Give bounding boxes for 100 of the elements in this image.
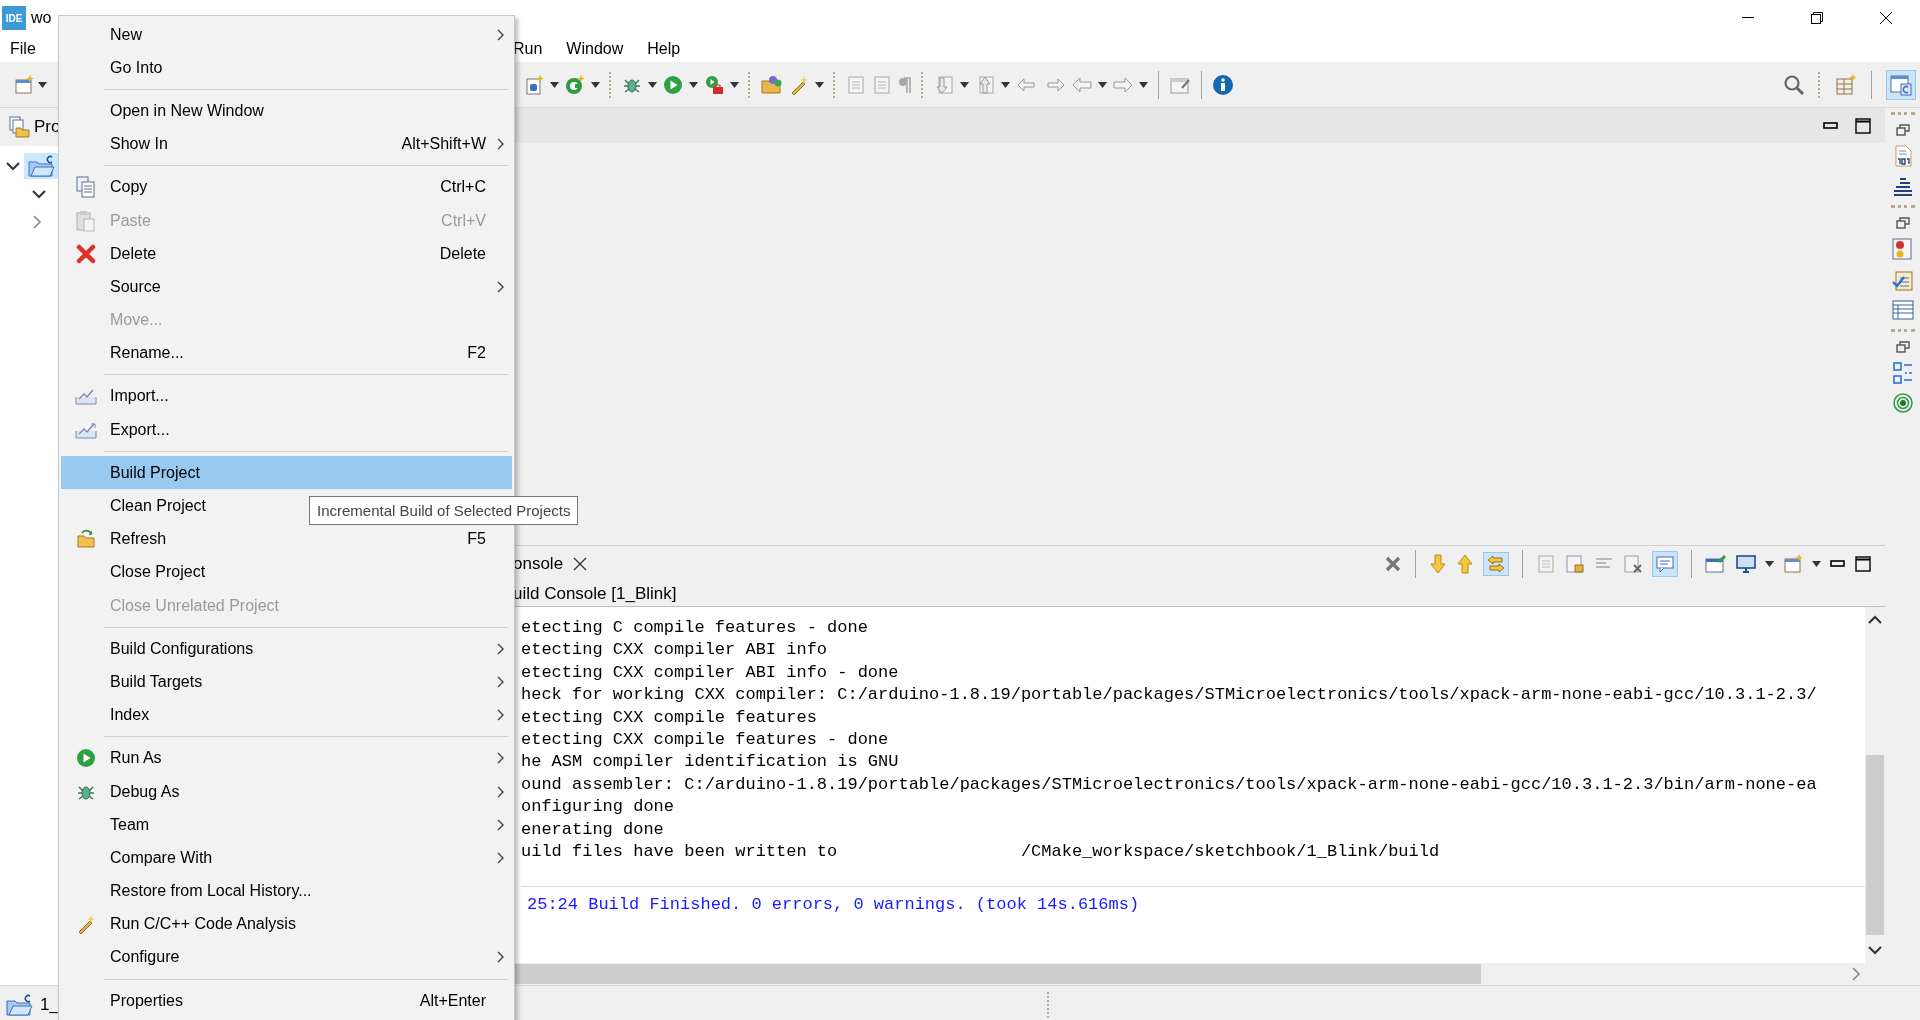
menu-item[interactable]: Debug As [61,774,512,809]
console-line: onfiguring done [521,796,676,819]
chat-icon [1655,554,1675,574]
selected-tree-item[interactable] [24,153,60,179]
caret-icon[interactable] [815,81,824,88]
collapse-icon[interactable] [6,161,20,171]
menu-item[interactable]: Go Into [61,51,512,85]
refresh-icon [75,529,96,550]
caret-icon[interactable] [689,81,698,88]
caret-icon[interactable] [1812,561,1821,567]
table-icon[interactable] [1891,300,1914,320]
close-icon[interactable] [573,557,588,571]
document-lock-icon[interactable] [1565,554,1585,574]
menu-item[interactable]: Refresh F5 [61,522,512,556]
caret-icon[interactable] [38,81,47,88]
scrollbar-thumb[interactable] [1866,755,1884,935]
breakpoints-icon[interactable] [1891,238,1914,260]
new-console-icon[interactable] [1783,554,1803,574]
export-icon [74,420,97,439]
menu-item[interactable]: Build Configurations [61,632,512,666]
collapse-icon[interactable] [32,189,46,199]
open-perspective-icon[interactable] [1835,73,1857,96]
menu-item[interactable]: Export... [61,413,512,447]
perspective-button[interactable] [1886,69,1916,100]
menu-item[interactable]: Run As [61,741,512,775]
menu-item[interactable]: File [10,40,36,58]
menu-item[interactable]: Source [61,270,512,304]
menu-item[interactable]: Window [566,40,624,58]
menu-item[interactable]: New [61,18,512,52]
toggle-button[interactable] [1652,551,1678,577]
console-line: uild files have been written to /CMake_workspace/sketchbook/1_Blink/build [521,841,1441,864]
caret-icon[interactable] [1765,561,1774,567]
menu-item[interactable]: Run C/C++ Code Analysis [61,907,512,941]
caret-icon[interactable] [1139,81,1148,88]
info-icon[interactable] [1212,73,1234,96]
restore-icon[interactable] [1810,12,1823,24]
binary-file-icon[interactable] [1893,145,1912,167]
build-status-line: 25:24 Build Finished. 0 errors, 0 warnings. (took 14s.616ms) [521,885,1865,924]
status-text: 1_ [40,994,59,1015]
menu-item[interactable]: Show In Alt+Shift+W [61,127,512,161]
project-folder-icon [6,992,34,1017]
caret-icon[interactable] [1001,81,1010,88]
wand-icon[interactable] [789,74,809,95]
caret-icon[interactable] [1098,81,1107,88]
monitor-icon[interactable] [1736,554,1756,574]
minimize-icon[interactable] [1830,560,1846,568]
console-tab[interactable]: onsole [511,546,588,582]
new-class-icon[interactable] [565,74,585,95]
menu-item[interactable]: Build Project [61,456,512,490]
close-icon[interactable] [1879,12,1892,24]
clipboard-check-icon[interactable] [1891,269,1914,291]
caret-icon[interactable] [730,81,739,88]
console-line: etecting CXX compile features - done [521,729,890,752]
console-line: etecting C compile features - done [521,617,869,639]
menu-item[interactable]: Rename... F2 [61,336,512,370]
pin-icon[interactable] [1705,554,1727,574]
console-line: etecting CXX compiler ABI info [521,639,829,662]
run-tool-icon[interactable] [704,74,724,95]
scroll-right-icon[interactable] [1851,967,1861,981]
menu-item[interactable]: Configure [61,940,512,975]
menu-item[interactable]: Build Targets [61,665,512,699]
stack-icon[interactable] [1891,176,1914,196]
folder-icon[interactable] [761,74,783,95]
console-line: he ASM compiler identification is GNU [521,751,900,774]
menu-item[interactable]: Properties Alt+Enter [61,984,512,1018]
menu-item[interactable]: Index [61,698,512,732]
grip-icon [1045,991,1050,1018]
caret-icon[interactable] [591,81,600,88]
menu-item[interactable]: Import... [61,379,512,414]
clear-icon[interactable] [1384,555,1402,573]
menu-item[interactable]: Compare With [61,841,512,875]
document-remove-icon[interactable] [1623,554,1643,574]
back-icon[interactable] [1072,76,1092,93]
new-file-icon[interactable] [524,74,544,95]
maximize-icon[interactable] [1855,556,1871,572]
scroll-down-icon[interactable] [1868,945,1882,955]
menu-item[interactable]: Team [61,808,512,842]
menu-item[interactable]: Delete Delete [61,237,512,271]
run-icon[interactable] [663,74,683,95]
expand-icon[interactable] [32,215,42,229]
search-icon[interactable] [1783,73,1805,96]
toggle-button[interactable] [1483,552,1509,576]
menu-item[interactable]: Copy Ctrl+C [61,170,512,204]
forward-icon[interactable] [1113,76,1133,93]
outline-icon[interactable] [1892,362,1913,384]
menu-item[interactable]: Restore from Local History... [61,874,512,908]
menu-item[interactable]: Open in New Window [61,94,512,128]
maximize-icon[interactable] [1855,117,1871,134]
app-logo: IDE [2,6,26,30]
caret-icon[interactable] [648,81,657,88]
menu-item[interactable]: Close Project [61,555,512,589]
caret-icon[interactable] [960,81,969,88]
console-line: ound assembler: C:/arduino-1.8.19/portable/packages/STMicroelectronics/tools/xpack-arm-none-eabi-gcc/10.3.1-2.3/bin/arm-none-ea [521,773,1818,796]
minimize-icon[interactable] [1823,121,1839,130]
scroll-up-icon[interactable] [1868,615,1882,625]
minimize-icon[interactable] [1741,17,1754,19]
paste-icon [75,209,96,232]
caret-icon[interactable] [550,81,559,88]
menu-item[interactable]: Help [647,40,681,58]
target-icon[interactable] [1892,393,1913,413]
